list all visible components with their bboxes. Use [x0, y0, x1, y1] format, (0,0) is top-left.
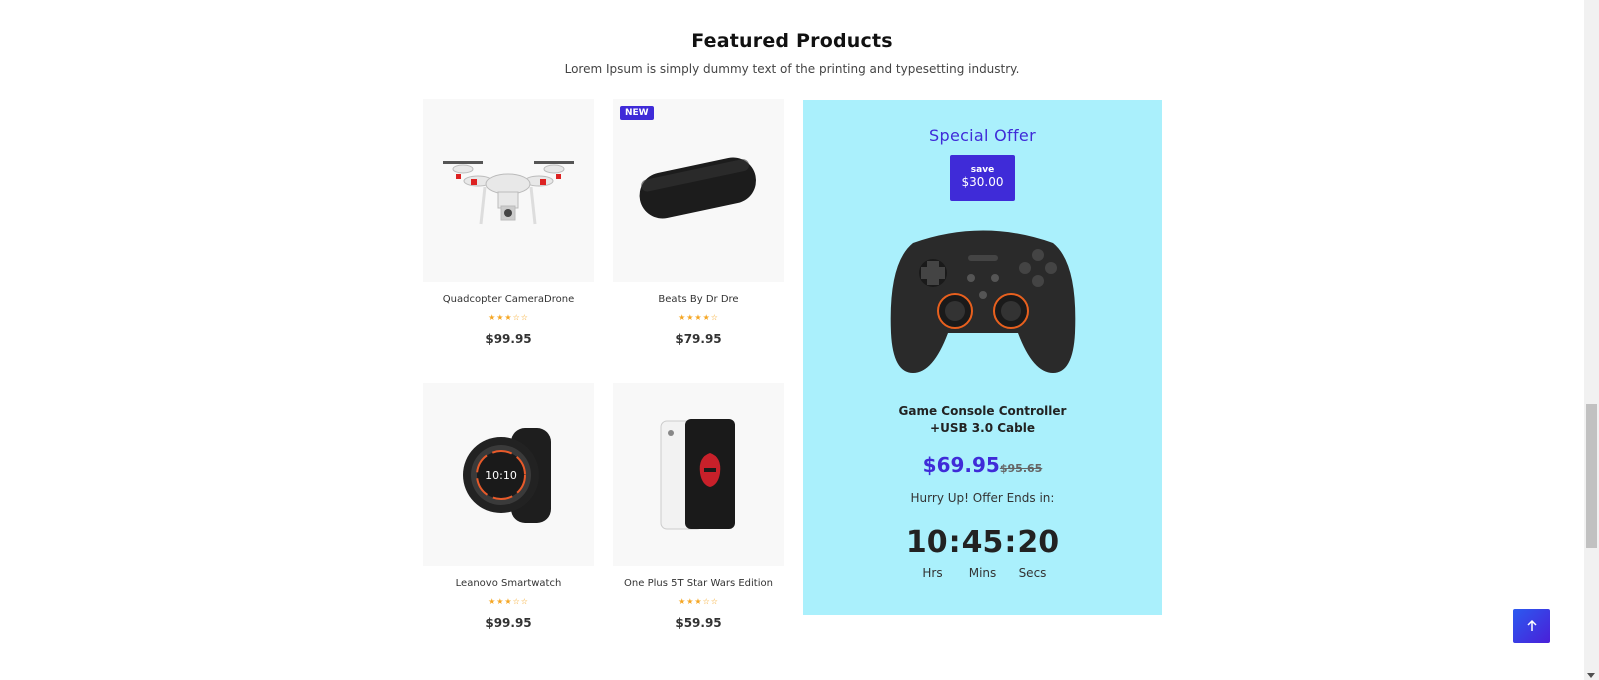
timer-label-hrs: Hrs — [922, 566, 943, 580]
product-image-speaker[interactable]: NEW — [613, 99, 784, 282]
rating-stars: ★★★☆☆ — [488, 597, 529, 606]
offer-product-name-line1[interactable]: Game Console Controller — [803, 403, 1162, 420]
save-badge: save $30.00 — [950, 155, 1015, 201]
new-badge: NEW — [620, 106, 654, 120]
product-card[interactable]: One Plus 5T Star Wars Edition ★★★☆☆ $59.… — [613, 383, 784, 630]
product-card[interactable]: 10:10 Leanovo Smartwatch ★★★☆☆ $99.95 — [423, 383, 594, 630]
product-image-controller[interactable] — [883, 223, 1083, 383]
scroll-down-arrow-icon[interactable] — [1587, 673, 1595, 678]
offer-product-name[interactable]: Game Console Controller +USB 3.0 Cable — [803, 403, 1162, 437]
timer-seconds: 20 — [1017, 525, 1060, 560]
offer-hurry-text: Hurry Up! Offer Ends in: — [910, 491, 1055, 505]
svg-text:10:10: 10:10 — [485, 469, 517, 482]
countdown-timer: 10 : 45 : 20 — [803, 525, 1162, 560]
product-name[interactable]: Beats By Dr Dre — [613, 294, 784, 305]
product-price: $59.95 — [675, 616, 722, 630]
page-scrollbar[interactable] — [1584, 0, 1599, 680]
timer-hours: 10 — [905, 525, 948, 560]
product-card[interactable]: NEW Beats By Dr Dre ★★★★☆ $79.95 — [613, 99, 784, 346]
countdown-labels: Hrs Mins Secs — [803, 566, 1162, 580]
offer-price-row: $69.95$95.65 — [803, 453, 1162, 477]
timer-minutes: 45 — [961, 525, 1004, 560]
product-name[interactable]: Quadcopter CameraDrone — [423, 294, 594, 305]
scrollbar-thumb[interactable] — [1586, 404, 1597, 548]
arrow-up-icon — [1526, 619, 1537, 631]
timer-separator: : — [948, 525, 961, 560]
product-price: $79.95 — [675, 332, 722, 346]
product-name[interactable]: Leanovo Smartwatch — [423, 578, 594, 589]
offer-product-name-line2[interactable]: +USB 3.0 Cable — [803, 420, 1162, 437]
special-offer-panel: Special Offer save $30.00 Game Console C… — [803, 100, 1162, 615]
product-price: $99.95 — [485, 616, 532, 630]
product-price: $99.95 — [485, 332, 532, 346]
section-title: Featured Products — [691, 30, 893, 52]
offer-title: Special Offer — [929, 126, 1036, 145]
rating-stars: ★★★☆☆ — [678, 597, 719, 606]
product-image-phone[interactable] — [613, 383, 784, 566]
rating-stars: ★★★★☆ — [678, 313, 719, 322]
timer-label-secs: Secs — [1018, 566, 1047, 580]
product-name[interactable]: One Plus 5T Star Wars Edition — [613, 578, 784, 589]
offer-price-current: $69.95 — [922, 453, 1000, 477]
save-amount: $30.00 — [961, 175, 1004, 189]
offer-price-old: $95.65 — [999, 462, 1043, 475]
back-to-top-button[interactable] — [1513, 609, 1550, 643]
section-subtitle: Lorem Ipsum is simply dummy text of the … — [564, 62, 1020, 76]
product-card[interactable]: Quadcopter CameraDrone ★★★☆☆ $99.95 — [423, 99, 594, 346]
timer-separator: : — [1004, 525, 1017, 560]
rating-stars: ★★★☆☆ — [488, 313, 529, 322]
product-image-smartwatch[interactable]: 10:10 — [423, 383, 594, 566]
timer-label-mins: Mins — [968, 566, 997, 580]
product-image-drone[interactable] — [423, 99, 594, 282]
section-header: Featured Products Lorem Ipsum is simply … — [0, 30, 1584, 76]
